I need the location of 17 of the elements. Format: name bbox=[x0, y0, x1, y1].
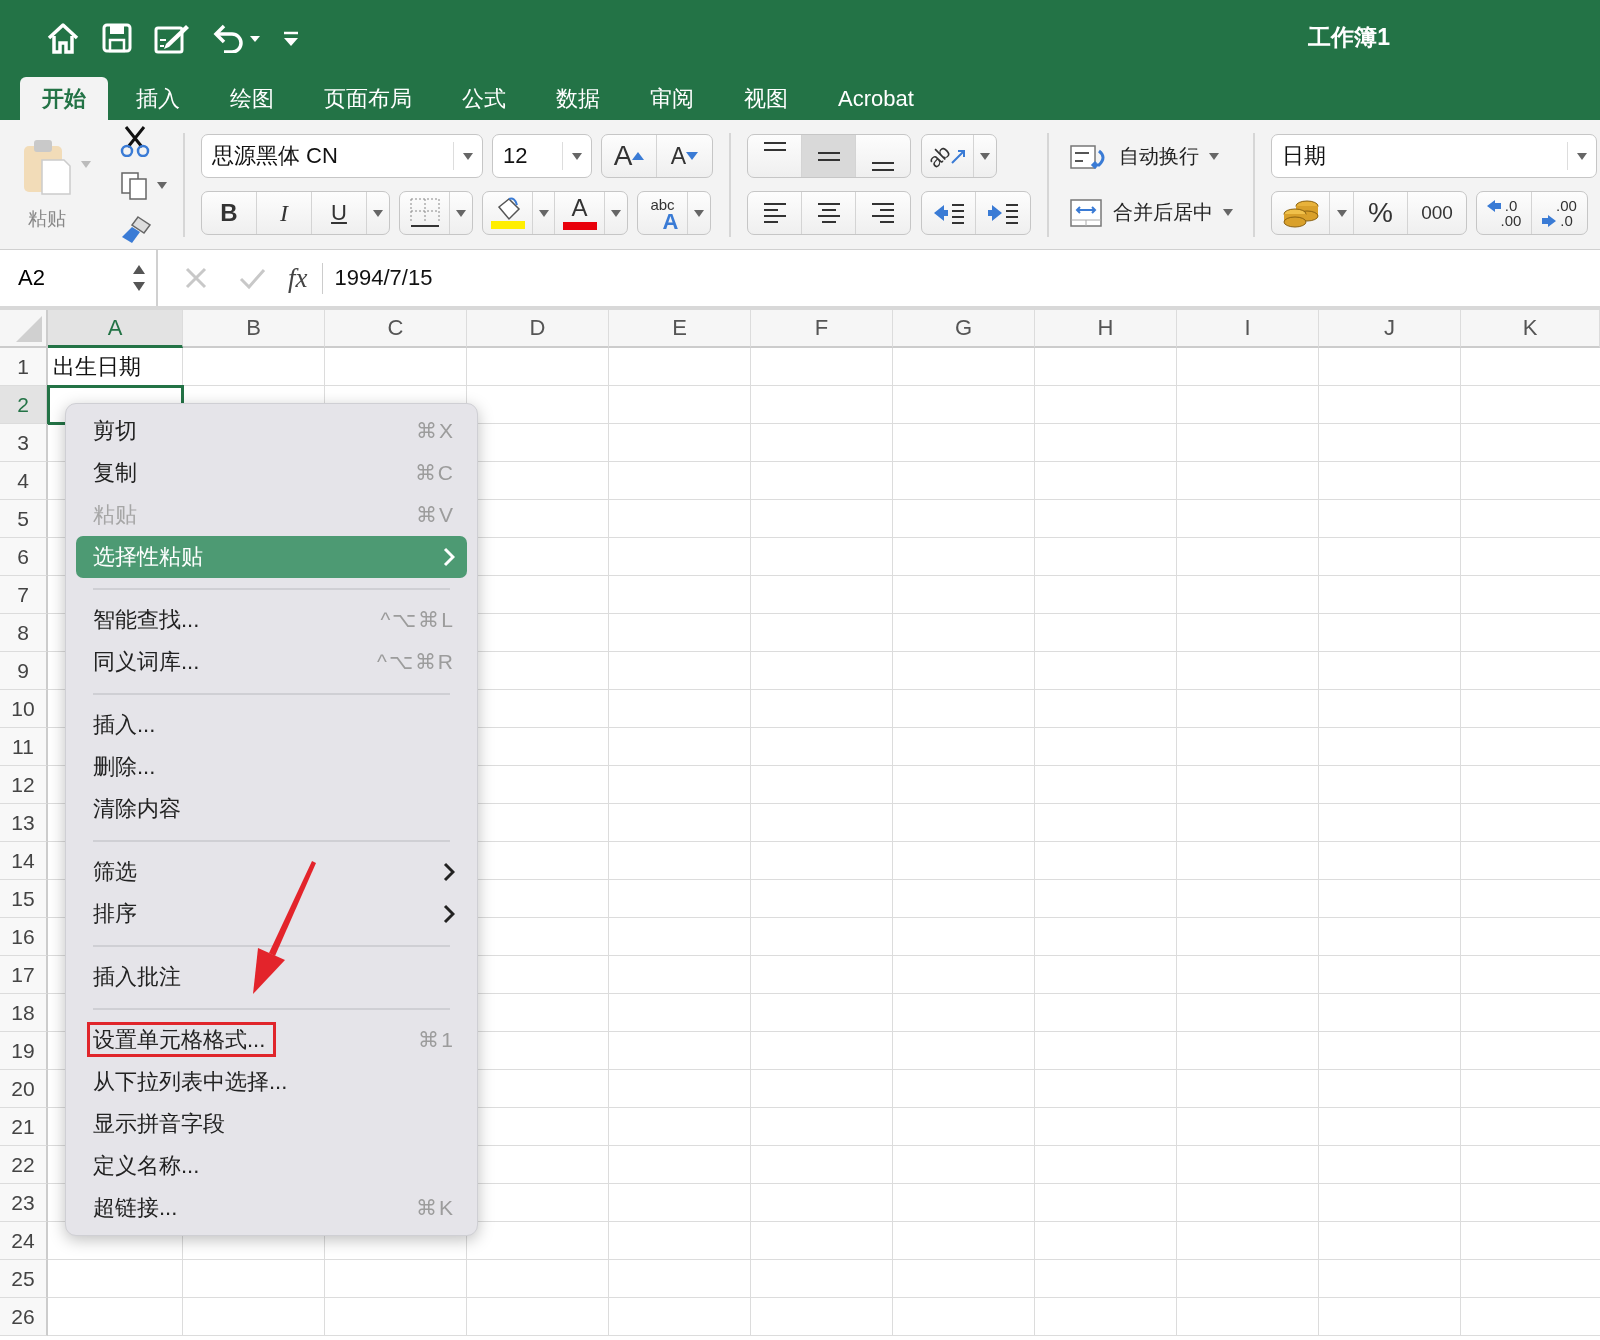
shortcut-label: ⌘C bbox=[414, 461, 455, 485]
shortcut-label: ⌘V bbox=[416, 503, 455, 527]
window-title: 工作簿1 bbox=[1308, 23, 1390, 52]
decimal-text: .00 bbox=[1500, 213, 1522, 228]
orientation-text: ab bbox=[923, 140, 956, 172]
phonetic-small-text: abc bbox=[650, 196, 675, 213]
shortcut-label: ⌘K bbox=[416, 1196, 455, 1220]
shortcut-label: ⌘X bbox=[416, 419, 455, 443]
shortcut-label: ^⌥⌘R bbox=[376, 650, 455, 674]
decimal-text: .0 bbox=[1503, 198, 1519, 213]
decimal-text: .00 bbox=[1556, 198, 1577, 213]
font-color-letter: A bbox=[571, 196, 588, 219]
phonetic-large-letter: A bbox=[662, 213, 679, 230]
shortcut-label: ⌘1 bbox=[418, 1028, 455, 1052]
shortcut-label: ^⌥⌘L bbox=[380, 608, 455, 632]
table-cell: 出生日期 bbox=[48, 348, 183, 386]
decimal-text: .0 bbox=[1559, 213, 1574, 228]
